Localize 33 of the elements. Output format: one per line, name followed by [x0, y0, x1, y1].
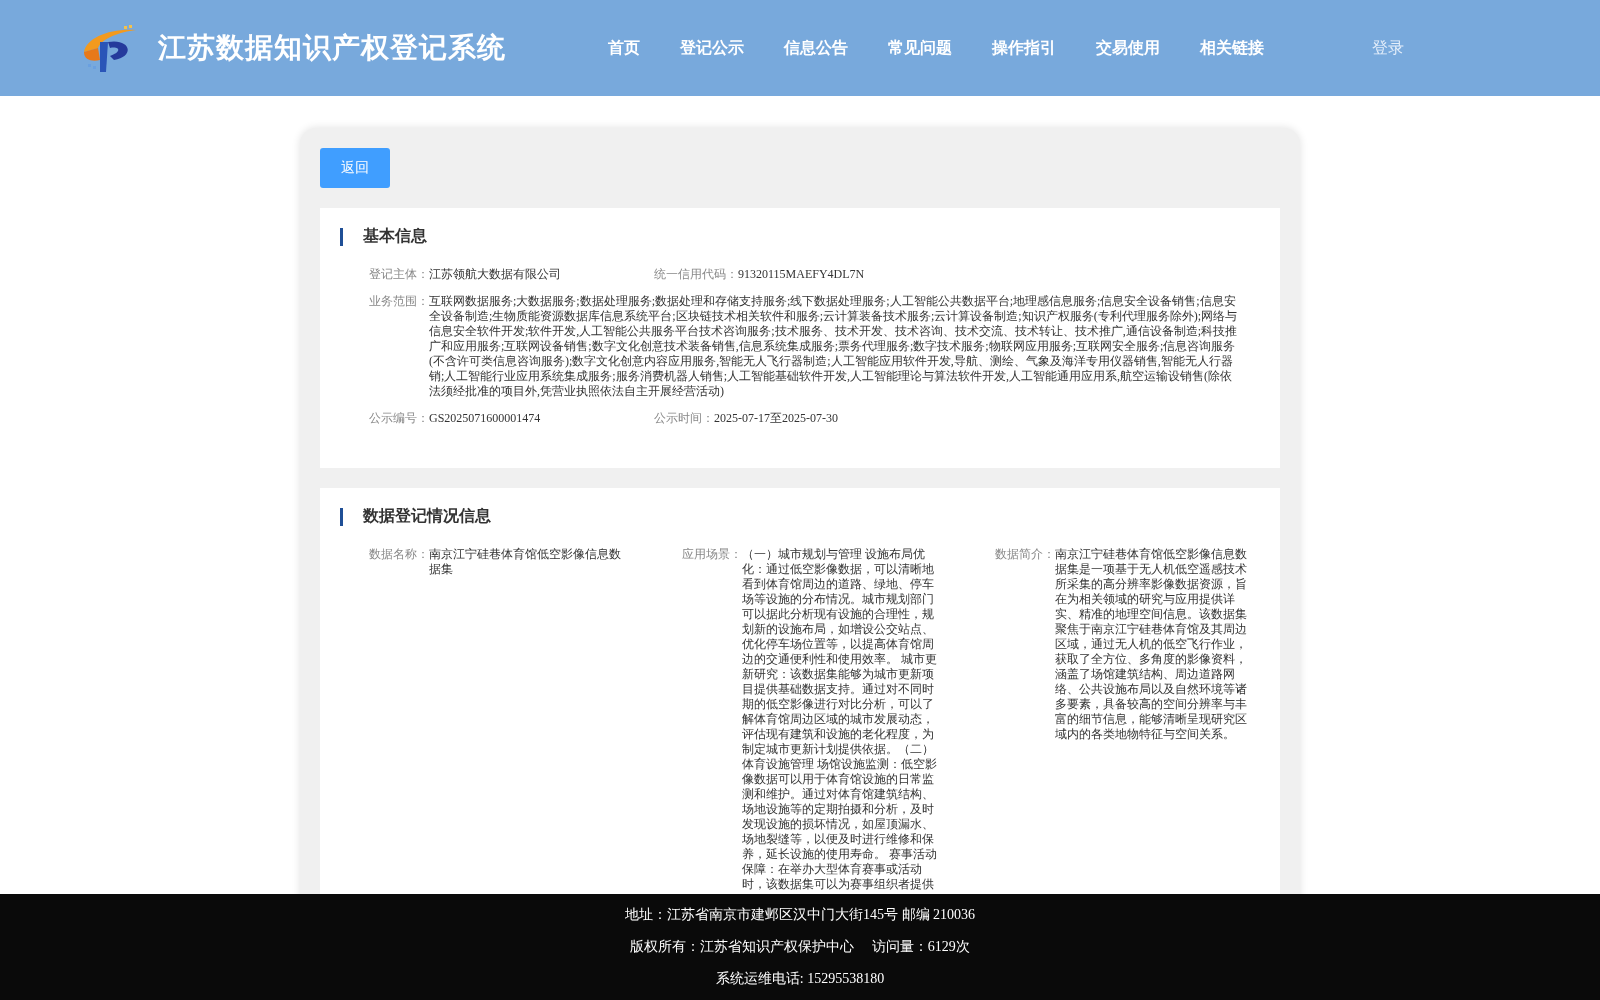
field-value: 91320115MAEFY4DL7N — [738, 267, 865, 282]
back-button[interactable]: 返回 — [320, 148, 390, 188]
section-title: 基本信息 — [363, 226, 427, 246]
field-value: 南京江宁硅巷体育馆低空影像信息数据集是一项基于无人机低空遥感技术所采集的高分辨率影像数据资源，旨在为相关领域的研究与应用提供详实、精准的地理空间信息。该数据集聚焦于南京江宁硅巷体育馆及其周边区域，通过无人机的低空飞行作业，获取了全方位、多角度的影像资料，涵盖了场馆建筑结构、周边道路网络、公共设施布局以及自然环境等诸多要素，具备较高的空间分辨率与丰富的细节信息，能够清晰呈现研究区域内的各类地物特征与空间关系。 — [1055, 547, 1248, 743]
accent-bar — [340, 507, 343, 526]
accent-bar — [340, 227, 343, 246]
nav-link[interactable]: 操作指引 — [972, 37, 1076, 59]
field-label: 数据名称： — [369, 547, 429, 563]
nav-link[interactable]: 登记公示 — [660, 37, 764, 59]
field-value: 南京江宁硅巷体育馆低空影像信息数据集 — [429, 547, 622, 578]
field-label: 公示时间： — [654, 411, 714, 426]
field-label: 应用场景： — [682, 547, 742, 563]
field-value: GS2025071600001474 — [429, 411, 541, 426]
field-label: 统一信用代码： — [654, 267, 738, 282]
field-value: 江苏领航大数据有限公司 — [429, 267, 561, 282]
nav-link[interactable]: 相关链接 — [1180, 37, 1284, 59]
field-label: 业务范围： — [369, 294, 429, 310]
nav-link[interactable]: 首页 — [588, 37, 660, 59]
field-value: （一）城市规划与管理 设施布局优化：通过低空影像数据，可以清晰地看到体育馆周边的道路、绿地、停车场等设施的分布情况。城市规划部门可以据此分析现有设施的合理性，规划新的设施布局，如增设公交站点、优化停车场位置等，以提高体育馆周边的交通便利性和使用效率。 城市更新研究：该数据集能够为城市更新项目提供基础数据支持。通过对不同时期的低空影像进行对比分析，可以了解体育馆周边区域的城市发展动态，评估现有建筑和设施的老化程度，为制定城市更新计划提供依据。（二）体育设施管理 场馆设施监测：低空影像数据可以用于体育馆设施的日常监测和维护。通过对体育馆建筑结构、场地设施等的定期拍摄和分析，及时发现设施的损坏情况，如屋顶漏水、场地裂缝等，以便及时进行维修和保养，延长设施的使用寿命。 赛事活动保障：在举办大型体育赛事或活动时，该数据集可以为赛事组织者提供 — [742, 547, 938, 892]
nav-link[interactable]: 信息公告 — [764, 37, 868, 59]
field-value: 互联网数据服务;大数据服务;数据处理服务;数据处理和存储支持服务;线下数据处理服务;人工智能公共数据平台;地理感信息服务;信息安全设备销售;信息安全设备制造;生物质能资源数据库信息系统平台;区块链技术相关软件和服务;云计算装备技术服务;云计算设备制造;知识产权服务(专利代理服务除外);网络与信息安全软件开发;软件开发,人工智能公共服务平台技术咨询服务;技术服务、技术开发、技术咨询、技术交流、技术转让、技术推广,通信设备制造;科技推广和应用服务;互联网设备销售;数字文化创意技术装备销售,信息系统集成服务;票务代理服务;数字技术服务;物联网应用服务;互联网安全服务;信息咨询服务(不含许可类信息咨询服务);数字文化创意内容应用服务,智能无人飞行器制造;人工智能应用软件开发,导航、测绘、气象及海洋专用仪器销售,智能无人行器销;人工智能行业应用系统集成服务;服务消费机器人销售;人工智能基础软件开发,人工智能理论与算法软件开发,人工智能通用应用系,航空运输设销售(除依法须经批准的项目外,凭营业执照依法自主开展经营活动) — [429, 294, 1238, 399]
field-label: 数据简介： — [995, 547, 1055, 563]
footer-text: 地址：江苏省南京市建邺区汉中门大街145号 邮编 210036 — [625, 906, 975, 924]
section-title: 数据登记情况信息 — [363, 506, 491, 526]
footer-text: 系统运维电话: 15295538180 — [715, 970, 885, 988]
site-title: 江苏数据知识产权登记系统 — [158, 31, 507, 65]
field-label: 公示编号： — [369, 411, 429, 426]
field-label: 登记主体： — [369, 267, 429, 282]
field-value: 2025-07-17至2025-07-30 — [714, 411, 838, 426]
nav-link[interactable]: 交易使用 — [1076, 37, 1180, 59]
footer-text: 版权所有：江苏省知识产权保护中心 访问量：6129次 — [630, 938, 970, 956]
login-link[interactable]: 登录 — [1372, 37, 1404, 59]
nav-link[interactable]: 常见问题 — [868, 37, 972, 59]
